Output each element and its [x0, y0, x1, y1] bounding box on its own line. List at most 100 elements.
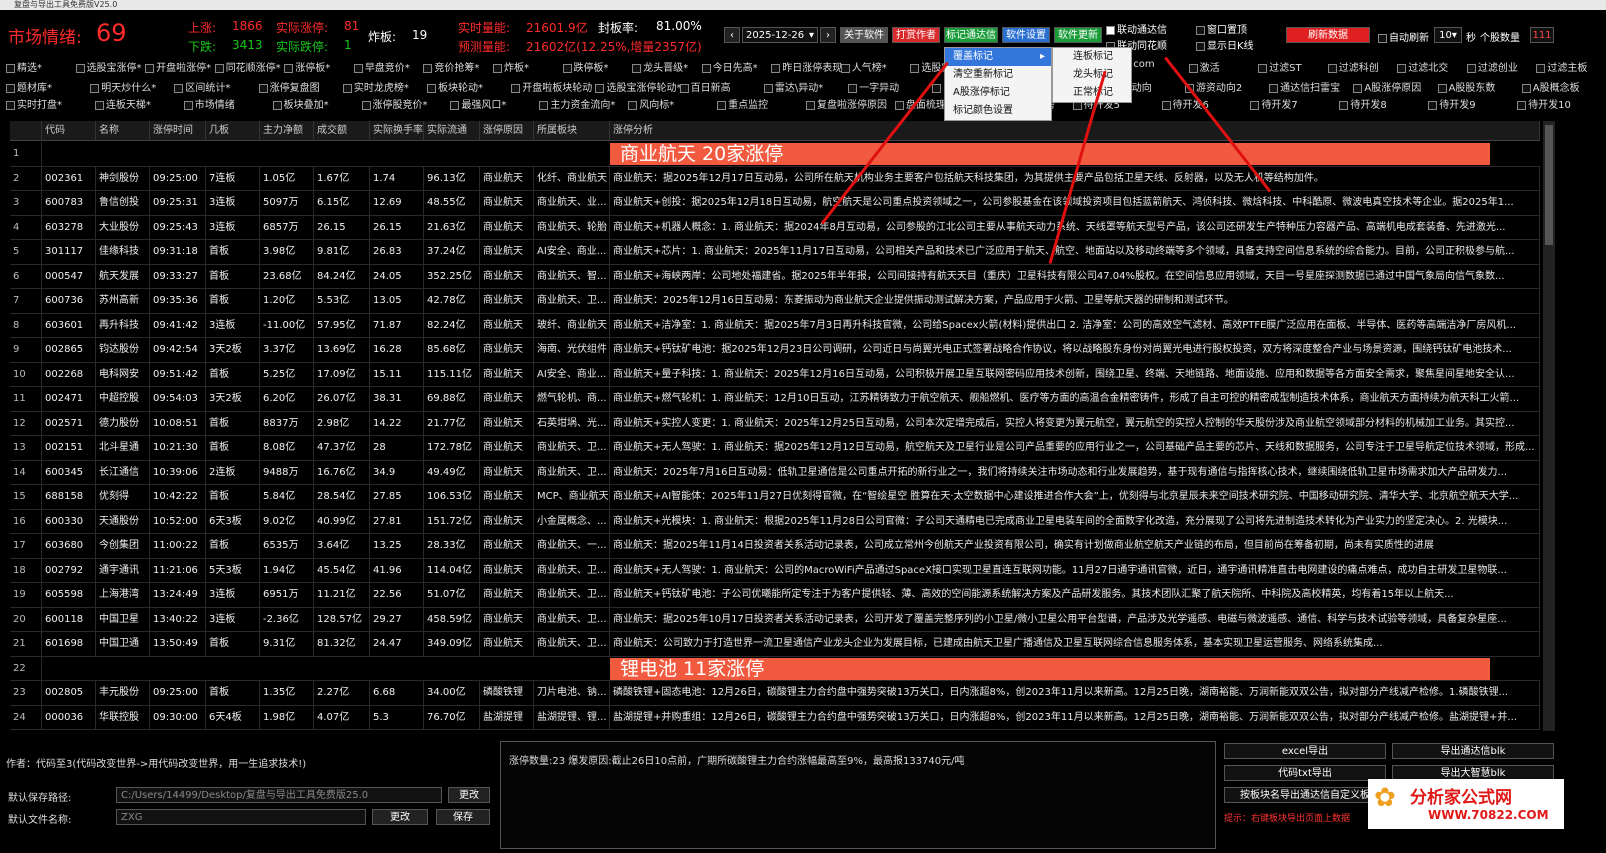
checkbox-option[interactable]: 昨日涨停表现*	[771, 59, 847, 74]
menu-item-ashare-mark[interactable]: A股涨停标记	[945, 84, 1051, 102]
menu-item-cover-mark[interactable]: 覆盖标记 ▸	[945, 48, 1051, 66]
checkbox-option[interactable]: A股概念板	[1521, 79, 1580, 94]
save-button[interactable]: 保存	[436, 809, 490, 825]
checkbox-option[interactable]: 选股宝涨停轮动*	[595, 79, 681, 94]
table-row[interactable]: 5 301117 佳缘科技 09:31:18 首板 3.98亿 9.81亿 26.83 37.2…	[10, 240, 1540, 265]
checkbox-option[interactable]: 过滤主板	[1536, 59, 1587, 74]
checkbox-option[interactable]: 最强风口*	[450, 96, 506, 111]
code-txt-export-button[interactable]: 代码txt导出	[1224, 765, 1386, 781]
checkbox-option[interactable]: 百日新高	[679, 79, 731, 94]
checkbox-option[interactable]: 精选*	[6, 59, 42, 74]
update-button[interactable]: 软件更新	[1054, 27, 1102, 43]
checkbox-option[interactable]: A股涨停原因	[1353, 79, 1421, 94]
column-header-10[interactable]: 涨停分析	[610, 121, 1540, 141]
next-date-button[interactable]: ›	[820, 27, 836, 43]
checkbox-option[interactable]: 今日先高*	[701, 59, 758, 74]
table-row[interactable]: 23 002805 丰元股份 09:25:00 首板 1.35亿 2.27亿 6.68 34.0…	[10, 681, 1540, 706]
checkbox-option[interactable]: 龙头晋级*	[632, 59, 688, 74]
stock-count-input[interactable]: 111	[1530, 27, 1554, 43]
checkbox-option[interactable]: 待开发10	[1517, 96, 1571, 111]
filename-input[interactable]: ZXG	[116, 809, 366, 825]
change-filename-button[interactable]: 更改	[372, 809, 428, 825]
table-row[interactable]: 22 锂电池 11家涨停	[10, 656, 1540, 681]
checkbox-option[interactable]: 人气榜*	[840, 59, 887, 74]
table-row[interactable]: 13 002151 北斗星通 10:21:30 首板 8.08亿 47.37亿 28 172.7…	[10, 436, 1540, 461]
checkbox-option[interactable]: 选股宝涨停*	[75, 59, 142, 74]
checkbox-option[interactable]: 过滤科创	[1327, 59, 1379, 74]
table-row[interactable]: 18 002792 通宇通讯 11:21:06 5天3板 1.94亿 45.54亿 41.96…	[10, 558, 1540, 583]
checkbox-option[interactable]: 重点监控	[717, 96, 768, 111]
table-row[interactable]: 12 002571 德力股份 10:08:51 首板 8837万 2.98亿 14.22 21.…	[10, 411, 1540, 436]
checkbox-option[interactable]: 待开发8	[1339, 96, 1387, 111]
column-header-5[interactable]: 成交额	[314, 121, 370, 141]
table-row[interactable]: 1 商业航天 20家涨停	[10, 142, 1540, 167]
change-path-button[interactable]: 更改	[448, 787, 490, 803]
table-row[interactable]: 11 002471 中超控股 09:54:03 3天2板 6.20亿 26.07亿 38.31…	[10, 387, 1540, 412]
checkbox-option[interactable]: 实时打盘*	[6, 96, 62, 111]
menu-item-color-setting[interactable]: 标记颜色设置	[945, 102, 1051, 120]
checkbox-option[interactable]: 早盘竞价*	[353, 59, 410, 74]
table-row[interactable]: 6 000547 航天发展 09:33:27 首板 23.68亿 84.24亿 24.05 35…	[10, 264, 1540, 289]
checkbox-option[interactable]: 板块轮动*	[427, 79, 483, 94]
checkbox-option[interactable]: 待开发9	[1428, 96, 1476, 111]
checkbox-option[interactable]: 板块叠加*	[272, 96, 329, 111]
submenu-item-leader[interactable]: 龙头标记	[1053, 66, 1131, 84]
checkbox-option[interactable]: 风向标*	[628, 96, 674, 111]
link-tdx-toggle[interactable]: 联动通达信	[1106, 21, 1167, 36]
vertical-scrollbar[interactable]	[1543, 121, 1555, 731]
checkbox-option[interactable]: 涨停复盘图	[258, 79, 320, 94]
table-row[interactable]: 20 600118 中国卫星 13:40:22 3连板 -2.36亿 128.57亿 29.2…	[10, 607, 1540, 632]
table-row[interactable]: 10 002268 电科网安 09:51:42 首板 5.25亿 17.09亿 15.11 11…	[10, 362, 1540, 387]
checkbox-option[interactable]: A股股东数	[1437, 79, 1495, 94]
column-header-4[interactable]: 主力净额	[260, 121, 314, 141]
column-header-6[interactable]: 实际换手率	[370, 121, 424, 141]
scrollbar-thumb[interactable]	[1545, 125, 1553, 245]
menu-item-clear-remark[interactable]: 清空重新标记	[945, 66, 1051, 84]
checkbox-option[interactable]: 待开发7	[1250, 96, 1298, 111]
sector-export-button[interactable]: 按板块名导出通达信自定义板	[1224, 787, 1386, 803]
table-row[interactable]: 16 600330 天通股份 10:52:00 6天3板 9.02亿 40.99亿 27.81…	[10, 509, 1540, 534]
table-row[interactable]: 7 600736 苏州高新 09:35:36 首板 1.20亿 5.53亿 13.05 42.7…	[10, 289, 1540, 314]
checkbox-option[interactable]: 明天炒什么*	[90, 79, 156, 94]
table-row[interactable]: 19 605598 上海港湾 13:24:49 3连板 6951万 11.21亿 22.56 5…	[10, 583, 1540, 608]
submenu-item-consecutive[interactable]: 连板标记	[1053, 48, 1131, 66]
checkbox-option[interactable]: 区间统计*	[174, 79, 230, 94]
table-row[interactable]: 4 603278 大业股份 09:25:43 3连板 6857万 26.15 26.15 21.…	[10, 215, 1540, 240]
checkbox-option[interactable]: 连板天梯*	[94, 96, 151, 111]
table-row[interactable]: 21 601698 中国卫通 13:50:49 首板 9.31亿 81.32亿 24.47 34…	[10, 632, 1540, 657]
column-header-1[interactable]: 名称	[96, 121, 150, 141]
refresh-interval-select[interactable]: 10▾	[1434, 27, 1462, 43]
checkbox-option[interactable]: 实时龙虎榜*	[342, 79, 409, 94]
window-top-toggle[interactable]: 窗口置顶	[1196, 21, 1247, 36]
checkbox-option[interactable]: 涨停板*	[284, 59, 330, 74]
auto-refresh-toggle[interactable]: 自动刷新	[1378, 29, 1429, 44]
show-daily-toggle[interactable]: 显示日K线	[1196, 37, 1254, 52]
checkbox-option[interactable]: 跌停板*	[562, 59, 609, 74]
table-row[interactable]: 3 600783 鲁信创投 09:25:31 3连板 5097万 6.15亿 12.69 48.…	[10, 191, 1540, 216]
column-header-3[interactable]: 几板	[206, 121, 260, 141]
checkbox-option[interactable]: 开盘啦涨停*	[145, 59, 211, 74]
checkbox-option[interactable]: 主力资金流向*	[539, 96, 615, 111]
prev-date-button[interactable]: ‹	[724, 27, 740, 43]
mark-tdx-button[interactable]: 标记通达信	[944, 27, 998, 43]
checkbox-option[interactable]: 炸板*	[492, 59, 529, 74]
checkbox-option[interactable]: 通达信扫雷宝	[1269, 79, 1340, 94]
checkbox-option[interactable]: 竞价抢筹*	[423, 59, 479, 74]
submenu-item-normal[interactable]: 正常标记	[1053, 84, 1131, 102]
table-row[interactable]: 17 603680 今创集团 11:00:22 首板 6535万 3.64亿 13.25 28.…	[10, 534, 1540, 559]
checkbox-option[interactable]: 过滤ST	[1258, 59, 1302, 74]
column-header-0[interactable]: 代码	[42, 121, 96, 141]
table-row[interactable]: 15 688158 优刻得 10:42:22 首板 5.84亿 28.54亿 27.85 106…	[10, 485, 1540, 510]
column-header-2[interactable]: 涨停时间	[150, 121, 206, 141]
column-header-9[interactable]: 所属板块	[534, 121, 610, 141]
table-row[interactable]: 14 600345 长江通信 10:39:06 2连板 9488万 16.76亿 34.9 49…	[10, 460, 1540, 485]
checkbox-option[interactable]: 过滤北交	[1397, 59, 1448, 74]
checkbox-option[interactable]: 过滤创业	[1466, 59, 1518, 74]
column-header-8[interactable]: 涨停原因	[480, 121, 534, 141]
table-row[interactable]: 24 000036 华联控股 09:30:00 6天4板 1.98亿 4.07亿 5.3 76.…	[10, 705, 1540, 730]
about-button[interactable]: 关于软件	[840, 27, 888, 43]
checkbox-option[interactable]: 涨停股竞价*	[361, 96, 428, 111]
checkbox-option[interactable]: 激活	[1188, 59, 1220, 74]
excel-export-button[interactable]: excel导出	[1224, 743, 1386, 759]
tdx-blk-export-button[interactable]: 导出通达信blk	[1392, 743, 1554, 759]
